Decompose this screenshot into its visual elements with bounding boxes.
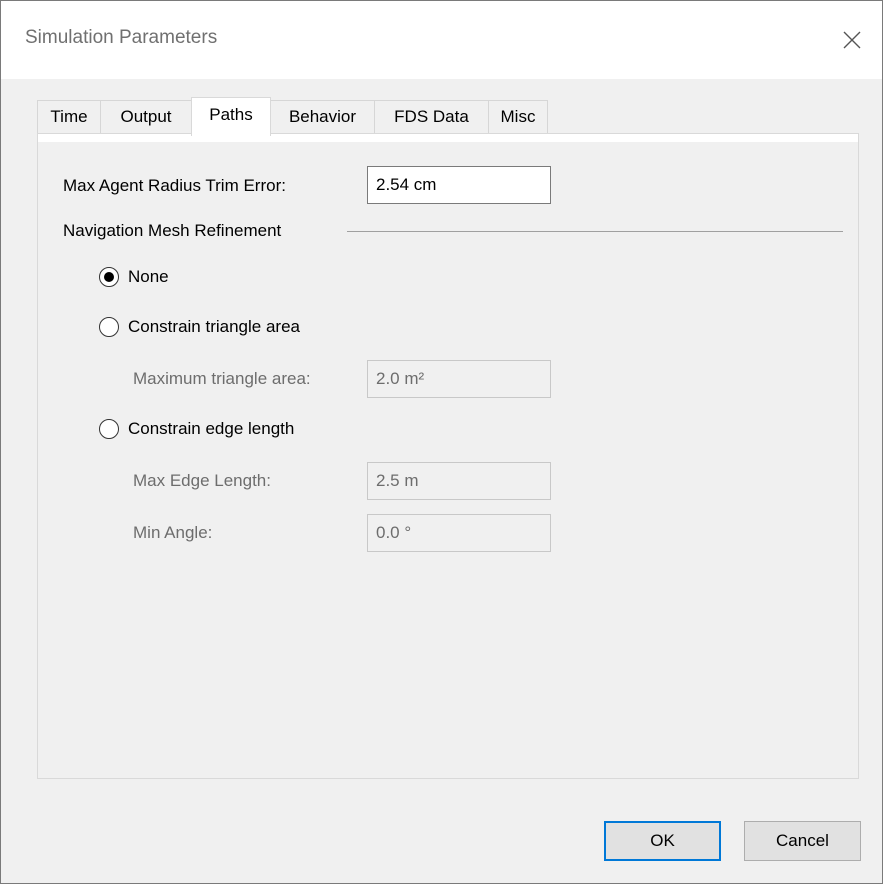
radio-constrain-triangle[interactable] bbox=[99, 317, 119, 337]
tab-time[interactable]: Time bbox=[37, 100, 101, 133]
radio-constrain-edge-label[interactable]: Constrain edge length bbox=[128, 419, 294, 439]
tab-misc[interactable]: Misc bbox=[488, 100, 548, 133]
radio-constrain-edge[interactable] bbox=[99, 419, 119, 439]
close-button[interactable] bbox=[822, 1, 882, 79]
window-title: Simulation Parameters bbox=[25, 27, 218, 48]
group-divider bbox=[347, 231, 843, 232]
tab-paths[interactable]: Paths bbox=[191, 97, 271, 136]
title-bar: Simulation Parameters bbox=[1, 1, 882, 79]
refinement-group-label: Navigation Mesh Refinement bbox=[63, 221, 282, 240]
radio-constrain-triangle-label[interactable]: Constrain triangle area bbox=[128, 317, 300, 337]
trim-error-label: Max Agent Radius Trim Error: bbox=[63, 176, 286, 195]
radio-none[interactable] bbox=[99, 267, 119, 287]
max-triangle-area-input[interactable]: 2.0 m² bbox=[367, 360, 551, 398]
max-edge-length-input[interactable]: 2.5 m bbox=[367, 462, 551, 500]
tab-behavior[interactable]: Behavior bbox=[270, 100, 375, 133]
tab-fds-data[interactable]: FDS Data bbox=[374, 100, 489, 133]
radio-selected-dot bbox=[104, 272, 114, 282]
radio-none-label[interactable]: None bbox=[128, 267, 169, 287]
min-angle-label: Min Angle: bbox=[133, 523, 213, 542]
trim-error-input[interactable]: 2.54 cm bbox=[367, 166, 551, 204]
dialog-window: Simulation Parameters Time Output Paths … bbox=[0, 0, 883, 884]
tab-output[interactable]: Output bbox=[100, 100, 192, 133]
min-angle-input[interactable]: 0.0 ° bbox=[367, 514, 551, 552]
ok-button[interactable]: OK bbox=[604, 821, 721, 861]
close-icon bbox=[843, 31, 861, 49]
cancel-button[interactable]: Cancel bbox=[744, 821, 861, 861]
max-edge-length-label: Max Edge Length: bbox=[133, 471, 271, 490]
max-triangle-area-label: Maximum triangle area: bbox=[133, 369, 311, 388]
